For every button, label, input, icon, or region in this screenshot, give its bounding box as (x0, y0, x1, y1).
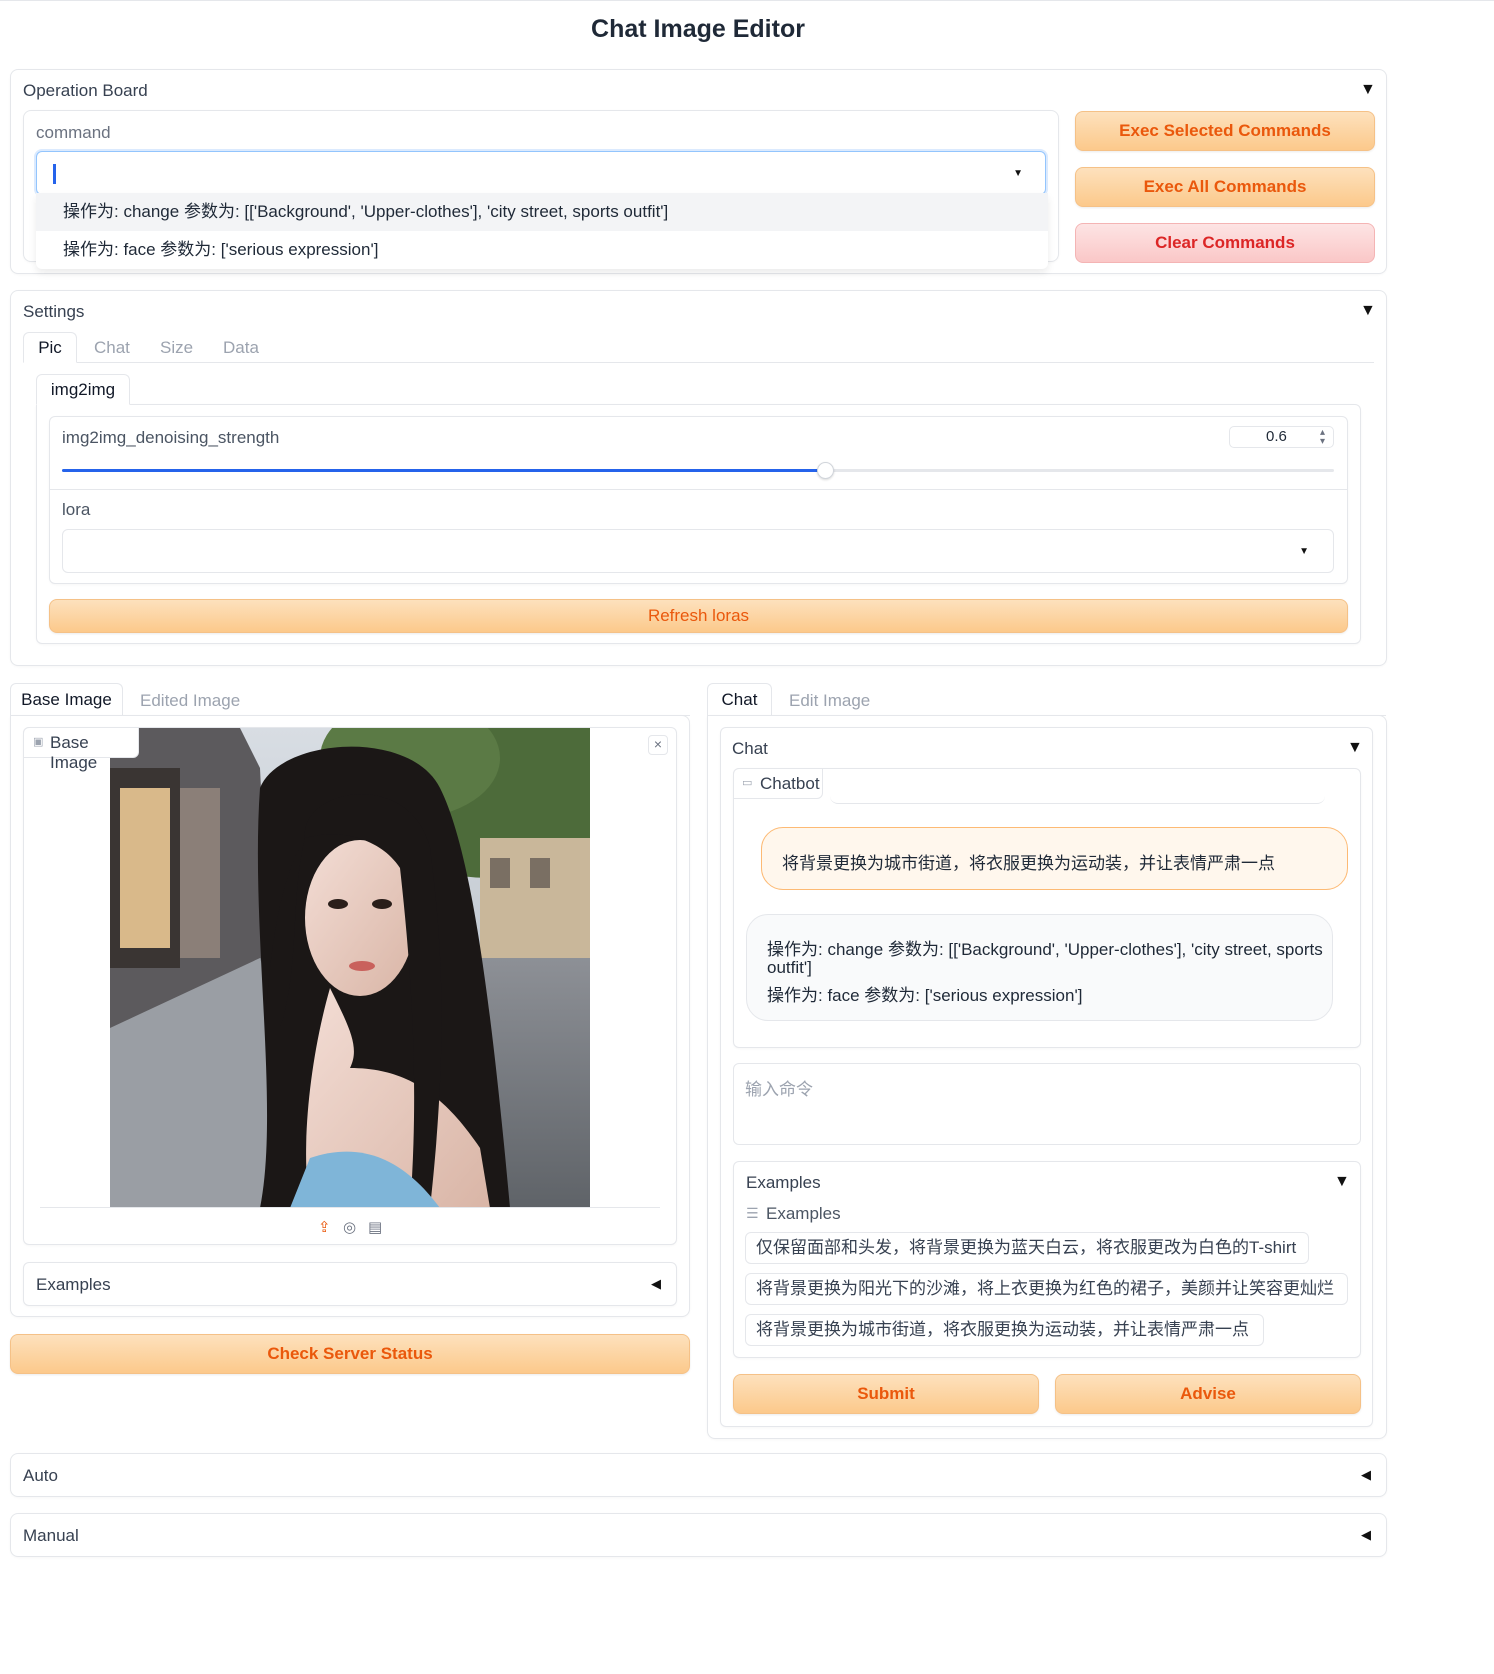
tab-edited-image[interactable]: Edited Image (140, 691, 240, 711)
bot-message-line: outfit'] (767, 958, 812, 977)
left-examples-accordion[interactable] (23, 1262, 677, 1306)
settings-tab-bar-line (23, 362, 1374, 363)
user-message-text: 将背景更换为城市街道，将衣服更换为运动装，并让表情严肃一点 (782, 854, 1275, 873)
tab-pic[interactable]: Pic (23, 332, 77, 363)
denoise-number-input[interactable]: 0.6 ▴ ▾ (1229, 426, 1334, 448)
chat-bubble-icon: ▭ (742, 777, 753, 789)
expand-triangle-icon[interactable]: ◀ (1361, 1527, 1371, 1543)
settings-title: Settings (23, 302, 85, 321)
command-dropdown-list: 操作为: change 参数为: [['Background', 'Upper-… (36, 193, 1048, 269)
subtab-img2img[interactable]: img2img (36, 374, 130, 405)
user-message-bubble: 将背景更换为城市街道，将衣服更换为运动装，并让表情严肃一点 (761, 827, 1348, 890)
clear-image-button[interactable]: × (648, 735, 668, 755)
dropdown-option[interactable]: 操作为: change 参数为: [['Background', 'Upper-… (36, 193, 1048, 231)
webcam-icon[interactable]: ◎ (343, 1218, 356, 1236)
clipboard-icon[interactable]: ▤ (368, 1218, 382, 1236)
page-title: Chat Image Editor (591, 15, 805, 43)
collapse-triangle-icon[interactable]: ▼ (1334, 1173, 1350, 1191)
caret-down-icon: ▼ (1299, 546, 1309, 557)
bot-message-line: 操作为: change 参数为: [['Background', 'Upper-… (767, 940, 1323, 959)
upload-icon[interactable]: ⇪ (318, 1218, 331, 1236)
command-textarea[interactable]: 输入命令 (733, 1063, 1361, 1145)
tab-size[interactable]: Size (160, 338, 193, 358)
command-label: command (36, 123, 111, 142)
advise-button[interactable]: Advise (1055, 1374, 1361, 1414)
base-image-label: Base Image (50, 733, 98, 772)
denoise-slider[interactable] (62, 462, 1334, 479)
bot-message-bubble: 操作为: change 参数为: [['Background', 'Upper-… (746, 914, 1333, 1021)
manual-accordion[interactable] (10, 1513, 1387, 1557)
slider-fill (62, 469, 825, 472)
base-image-photo (110, 728, 590, 1208)
spinner-icon: ▴ ▾ (1319, 427, 1325, 447)
chatbot-label: Chatbot (760, 774, 820, 793)
collapse-triangle-icon[interactable]: ▼ (1360, 302, 1376, 320)
clear-commands-button[interactable]: Clear Commands (1075, 223, 1375, 263)
expand-triangle-icon[interactable]: ◀ (651, 1276, 661, 1292)
denoise-label: img2img_denoising_strength (62, 428, 280, 447)
tab-chat-main[interactable]: Chat (707, 683, 772, 716)
text-cursor (53, 164, 56, 184)
image-divider (40, 1207, 660, 1208)
denoise-value: 0.6 (1266, 428, 1287, 445)
chatbot-label-badge: ▭ Chatbot (733, 768, 823, 799)
lora-label: lora (62, 500, 91, 519)
command-dropdown-input[interactable]: ▼ (36, 151, 1046, 195)
base-image-label-badge: ▣ Base Image (23, 727, 139, 772)
bot-message-line: 操作为: face 参数为: ['serious expression'] (767, 986, 1083, 1005)
chat-accordion-title: Chat (732, 739, 768, 758)
check-server-status-button[interactable]: Check Server Status (10, 1334, 690, 1374)
tab-edit-image[interactable]: Edit Image (789, 691, 870, 711)
manual-label: Manual (23, 1526, 79, 1545)
collapse-triangle-icon[interactable]: ▼ (1347, 739, 1363, 757)
examples-sub-label: Examples (766, 1204, 841, 1223)
list-icon: ☰ (746, 1205, 759, 1221)
command-placeholder: 输入命令 (745, 1080, 813, 1099)
caret-down-icon: ▼ (1013, 168, 1023, 179)
submit-button[interactable]: Submit (733, 1374, 1039, 1414)
expand-triangle-icon[interactable]: ◀ (1361, 1467, 1371, 1483)
example-chip[interactable]: 将背景更换为阳光下的沙滩，将上衣更换为红色的裙子，美颜并让笑容更灿烂 (745, 1273, 1348, 1305)
exec-selected-commands-button[interactable]: Exec Selected Commands (1075, 111, 1375, 151)
collapse-triangle-icon[interactable]: ▼ (1360, 81, 1376, 99)
tab-chat[interactable]: Chat (94, 338, 130, 358)
dropdown-option[interactable]: 操作为: face 参数为: ['serious expression'] (36, 231, 1048, 269)
operation-board-title: Operation Board (23, 81, 148, 100)
example-chip[interactable]: 仅保留面部和头发，将背景更换为蓝天白云，将衣服更改为白色的T-shirt (745, 1232, 1309, 1264)
image-icon: ▣ (33, 736, 44, 748)
tab-base-image[interactable]: Base Image (10, 683, 123, 716)
exec-all-commands-button[interactable]: Exec All Commands (1075, 167, 1375, 207)
group-divider (50, 489, 1347, 490)
auto-label: Auto (23, 1466, 58, 1485)
auto-accordion[interactable] (10, 1453, 1387, 1497)
refresh-loras-button[interactable]: Refresh loras (49, 599, 1348, 633)
example-chip[interactable]: 将背景更换为城市街道，将衣服更换为运动装，并让表情严肃一点 (745, 1314, 1264, 1346)
prior-message-edge (830, 796, 1325, 804)
left-examples-label: Examples (36, 1275, 111, 1294)
slider-thumb[interactable] (817, 462, 834, 479)
lora-dropdown[interactable]: ▼ (62, 529, 1334, 573)
tab-data[interactable]: Data (223, 338, 259, 358)
right-examples-title: Examples (746, 1173, 821, 1192)
